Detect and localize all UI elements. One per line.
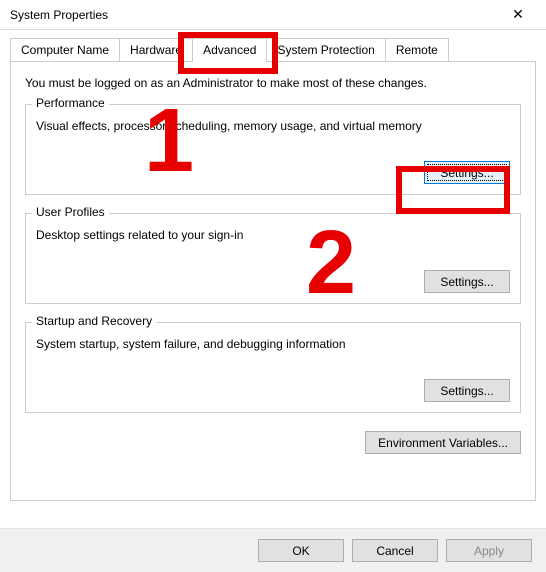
cancel-button[interactable]: Cancel (352, 539, 438, 562)
tab-computer-name[interactable]: Computer Name (10, 38, 120, 62)
dialog-footer: OK Cancel Apply (0, 528, 546, 572)
dialog-body: Computer Name Hardware Advanced System P… (0, 30, 546, 511)
group-user-profiles-desc: Desktop settings related to your sign-in (36, 228, 510, 242)
user-profiles-settings-button[interactable]: Settings... (424, 270, 510, 293)
performance-settings-button[interactable]: Settings... (424, 161, 510, 184)
environment-variables-button[interactable]: Environment Variables... (365, 431, 521, 454)
close-button[interactable]: ✕ (498, 1, 538, 29)
group-startup-recovery: Startup and Recovery System startup, sys… (25, 322, 521, 413)
tab-advanced[interactable]: Advanced (193, 38, 267, 62)
group-performance-title: Performance (32, 96, 109, 110)
group-user-profiles: User Profiles Desktop settings related t… (25, 213, 521, 304)
ok-button[interactable]: OK (258, 539, 344, 562)
apply-button[interactable]: Apply (446, 539, 532, 562)
window-title: System Properties (10, 8, 108, 22)
tab-hardware[interactable]: Hardware (120, 38, 193, 62)
group-user-profiles-title: User Profiles (32, 205, 109, 219)
group-startup-title: Startup and Recovery (32, 314, 156, 328)
close-icon: ✕ (512, 6, 524, 23)
titlebar: System Properties ✕ (0, 0, 546, 30)
tab-remote[interactable]: Remote (386, 38, 449, 62)
startup-settings-button[interactable]: Settings... (424, 379, 510, 402)
group-startup-desc: System startup, system failure, and debu… (36, 337, 510, 351)
tabstrip: Computer Name Hardware Advanced System P… (10, 38, 536, 62)
group-performance-desc: Visual effects, processor scheduling, me… (36, 119, 510, 133)
tabpage-advanced: You must be logged on as an Administrato… (10, 61, 536, 501)
admin-note: You must be logged on as an Administrato… (25, 76, 521, 90)
tab-system-protection[interactable]: System Protection (267, 38, 385, 62)
group-performance: Performance Visual effects, processor sc… (25, 104, 521, 195)
